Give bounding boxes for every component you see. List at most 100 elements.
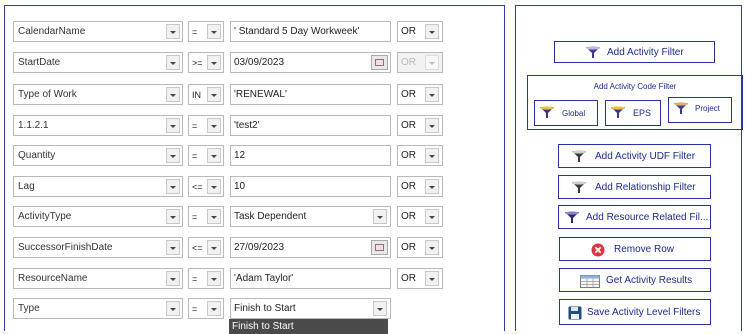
global-code-filter-button[interactable]: Global [534, 100, 598, 126]
operator-select[interactable]: = [188, 206, 224, 227]
value-input[interactable]: 'Adam Taylor' [230, 268, 391, 289]
field-select[interactable]: ActivityType [13, 206, 183, 227]
chevron-down-icon[interactable] [166, 179, 180, 194]
add-activity-filter-button[interactable]: Add Activity Filter [554, 41, 715, 63]
date-input[interactable]: 27/09/2023 [230, 237, 391, 258]
operator-select[interactable]: = [188, 21, 224, 42]
chevron-down-icon[interactable] [207, 118, 221, 133]
project-code-filter-button[interactable]: Project [668, 97, 732, 123]
value-input[interactable]: 10 [230, 176, 391, 197]
funnel-icon [674, 102, 688, 114]
get-results-label: Get Activity Results [606, 275, 693, 286]
funnel-icon [586, 46, 600, 58]
funnel-icon [611, 106, 625, 118]
operator-text: IN [192, 90, 201, 100]
logic-select[interactable]: OR [397, 21, 443, 42]
value-input[interactable]: 12 [230, 145, 391, 166]
chevron-down-icon[interactable] [425, 87, 439, 102]
chevron-down-icon[interactable] [425, 209, 439, 224]
chevron-down-icon[interactable] [207, 240, 221, 255]
operator-select[interactable]: = [188, 298, 224, 319]
field-select[interactable]: StartDate [13, 52, 183, 73]
value-input[interactable]: 'test2' [230, 115, 391, 136]
add-resource-filter-button[interactable]: Add Resource Related Fil... [558, 205, 711, 229]
chevron-down-icon[interactable] [207, 301, 221, 316]
field-select[interactable]: Lag [13, 176, 183, 197]
operator-select[interactable]: = [188, 268, 224, 289]
remove-row-button[interactable]: Remove Row [559, 237, 711, 261]
calendar-icon[interactable] [371, 240, 388, 255]
chevron-down-icon[interactable] [166, 209, 180, 224]
chevron-down-icon[interactable] [207, 209, 221, 224]
chevron-down-icon[interactable] [425, 24, 439, 39]
field-select[interactable]: Quantity [13, 145, 183, 166]
field-select[interactable]: ResourceName [13, 268, 183, 289]
chevron-down-icon[interactable] [207, 55, 221, 70]
field-select[interactable]: CalendarName [13, 21, 183, 42]
chevron-down-icon[interactable] [425, 240, 439, 255]
funnel-icon [565, 211, 579, 223]
value-input[interactable]: 'RENEWAL' [230, 84, 391, 105]
add-activity-filter-label: Add Activity Filter [607, 47, 684, 58]
operator-select[interactable]: <= [188, 237, 224, 258]
value-select[interactable]: Finish to Start [230, 298, 391, 319]
field-name: Type [18, 303, 40, 314]
get-activity-results-button[interactable]: Get Activity Results [559, 268, 711, 292]
operator-select[interactable]: <= [188, 176, 224, 197]
chevron-down-icon[interactable] [207, 87, 221, 102]
value-select[interactable]: Task Dependent [230, 206, 391, 227]
chevron-down-icon[interactable] [166, 301, 180, 316]
logic-select[interactable]: OR [397, 237, 443, 258]
add-relationship-filter-button[interactable]: Add Relationship Filter [558, 175, 711, 199]
logic-select[interactable]: OR [397, 145, 443, 166]
chevron-down-icon[interactable] [207, 148, 221, 163]
funnel-icon [540, 106, 554, 118]
operator-select[interactable]: >= [188, 52, 224, 73]
chevron-down-icon[interactable] [166, 148, 180, 163]
add-activity-udf-filter-button[interactable]: Add Activity UDF Filter [558, 144, 711, 168]
type-dropdown-list[interactable]: Finish to Start [229, 319, 388, 334]
eps-code-filter-button[interactable]: EPS [605, 100, 661, 126]
chevron-down-icon[interactable] [166, 118, 180, 133]
logic-select[interactable]: OR [397, 176, 443, 197]
chevron-down-icon[interactable] [166, 240, 180, 255]
chevron-down-icon[interactable] [373, 301, 387, 316]
logic-select[interactable]: OR [397, 206, 443, 227]
chevron-down-icon[interactable] [373, 209, 387, 224]
chevron-down-icon[interactable] [166, 55, 180, 70]
chevron-down-icon[interactable] [166, 24, 180, 39]
chevron-down-icon[interactable] [425, 179, 439, 194]
operator-text: <= [192, 243, 203, 253]
operator-text: = [192, 121, 198, 131]
field-select[interactable]: Type of Work [13, 84, 183, 105]
field-name: Lag [18, 181, 35, 192]
chevron-down-icon[interactable] [425, 118, 439, 133]
value-text: 'test2' [234, 120, 260, 131]
operator-text: = [192, 304, 198, 314]
logic-text: OR [401, 181, 416, 192]
chevron-down-icon[interactable] [425, 148, 439, 163]
eps-label: EPS [633, 108, 652, 118]
operator-select[interactable]: = [188, 145, 224, 166]
chevron-down-icon[interactable] [166, 271, 180, 286]
save-activity-filters-button[interactable]: Save Activity Level Filters [559, 299, 711, 325]
field-select[interactable]: SuccessorFinishDate [13, 237, 183, 258]
dropdown-option[interactable]: Finish to Start [232, 321, 294, 332]
table-icon [580, 275, 600, 288]
logic-select[interactable]: OR [397, 115, 443, 136]
date-input[interactable]: 03/09/2023 [230, 52, 391, 73]
operator-select[interactable]: IN [188, 84, 224, 105]
field-select[interactable]: 1.1.2.1 [13, 115, 183, 136]
chevron-down-icon[interactable] [207, 179, 221, 194]
chevron-down-icon[interactable] [425, 271, 439, 286]
logic-select[interactable]: OR [397, 84, 443, 105]
value-input[interactable]: ' Standard 5 Day Workweek' [230, 21, 391, 42]
calendar-icon[interactable] [371, 55, 388, 70]
chevron-down-icon[interactable] [166, 87, 180, 102]
chevron-down-icon[interactable] [207, 271, 221, 286]
logic-select[interactable]: OR [397, 268, 443, 289]
field-select[interactable]: Type [13, 298, 183, 319]
field-name: SuccessorFinishDate [18, 242, 113, 253]
chevron-down-icon[interactable] [207, 24, 221, 39]
operator-select[interactable]: = [188, 115, 224, 136]
